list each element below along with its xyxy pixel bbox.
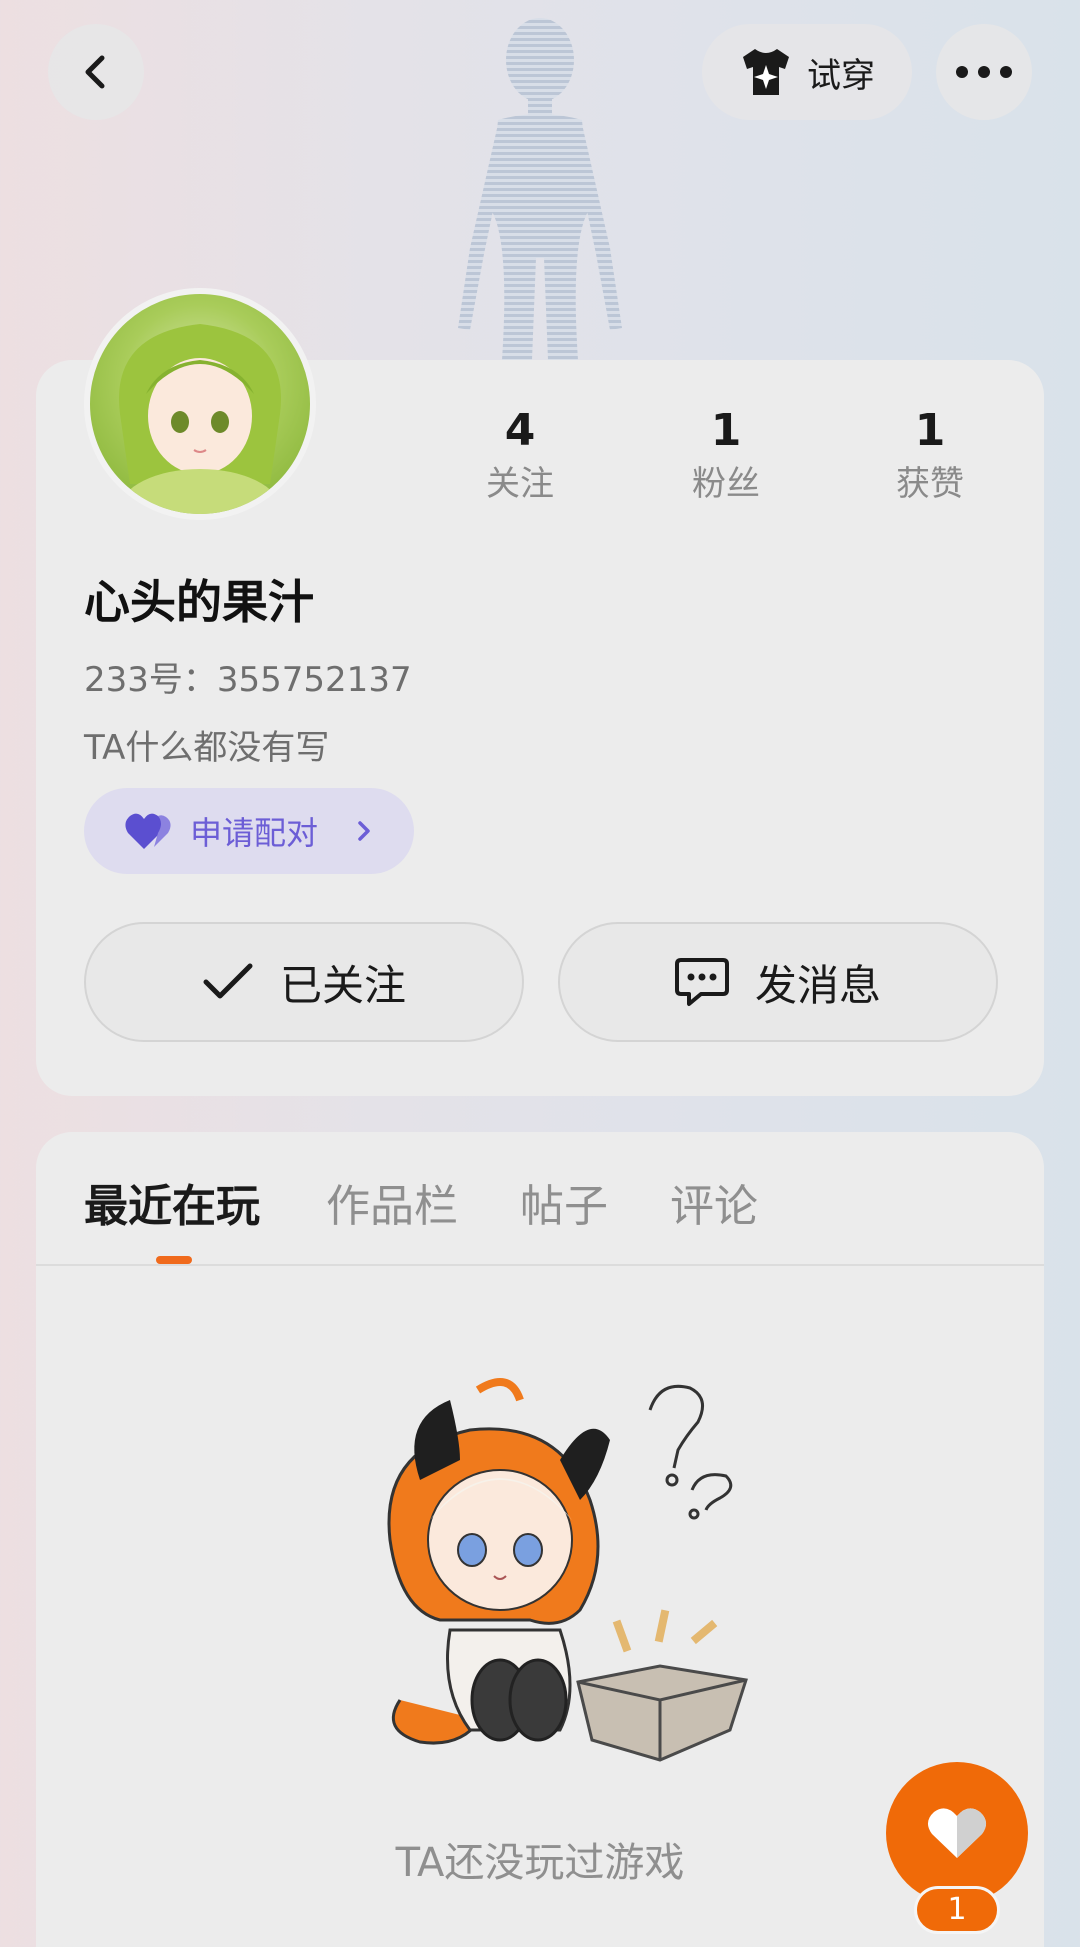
likes-label: 获赞 bbox=[896, 464, 964, 504]
send-message-label: 发消息 bbox=[754, 960, 881, 1010]
tab-comments[interactable]: 评论 bbox=[670, 1170, 758, 1234]
avatar[interactable] bbox=[84, 288, 316, 520]
tab-recently-played[interactable]: 最近在玩 bbox=[84, 1170, 260, 1234]
chevron-left-icon bbox=[85, 55, 105, 89]
likes-count: 1 bbox=[914, 405, 946, 456]
tab-works[interactable]: 作品栏 bbox=[326, 1170, 458, 1234]
user-id: 233号：355752137 bbox=[84, 660, 412, 700]
username: 心头的果汁 bbox=[84, 575, 314, 629]
request-pair-button[interactable]: 申请配对 bbox=[84, 788, 414, 874]
tab-divider bbox=[36, 1264, 1044, 1266]
avatar-image bbox=[119, 324, 281, 514]
stat-following[interactable]: 4 关注 bbox=[440, 402, 600, 508]
chat-bubble-icon bbox=[674, 958, 729, 1006]
like-button[interactable] bbox=[886, 1762, 1028, 1904]
fans-count: 1 bbox=[710, 405, 742, 456]
more-button[interactable] bbox=[936, 24, 1032, 120]
stat-fans[interactable]: 1 粉丝 bbox=[646, 402, 806, 508]
check-icon bbox=[203, 963, 253, 999]
fans-label: 粉丝 bbox=[692, 464, 760, 504]
following-button[interactable]: 已关注 bbox=[84, 922, 524, 1042]
avatar-figure-silhouette bbox=[458, 18, 622, 360]
following-label: 关注 bbox=[486, 464, 554, 504]
heart-icon bbox=[927, 1808, 987, 1858]
following-count: 4 bbox=[504, 405, 536, 456]
bio: TA什么都没有写 bbox=[84, 728, 330, 768]
heart-icon bbox=[125, 813, 171, 849]
active-tab-indicator bbox=[156, 1256, 192, 1264]
try-on-label: 试穿 bbox=[807, 55, 875, 96]
empty-state-mascot-illustration bbox=[387, 1378, 748, 1762]
send-message-button[interactable]: 发消息 bbox=[558, 922, 998, 1042]
tab-posts[interactable]: 帖子 bbox=[520, 1170, 608, 1234]
following-button-label: 已关注 bbox=[279, 960, 406, 1010]
try-on-button[interactable]: 试穿 bbox=[702, 24, 912, 120]
chevron-right-icon bbox=[358, 821, 370, 841]
back-button[interactable] bbox=[48, 24, 144, 120]
more-dots-icon bbox=[956, 66, 1012, 78]
like-count-badge: 1 bbox=[914, 1886, 1000, 1934]
request-pair-label: 申请配对 bbox=[190, 814, 319, 852]
stat-likes[interactable]: 1 获赞 bbox=[850, 402, 1010, 508]
shirt-sparkle-icon bbox=[743, 49, 789, 95]
